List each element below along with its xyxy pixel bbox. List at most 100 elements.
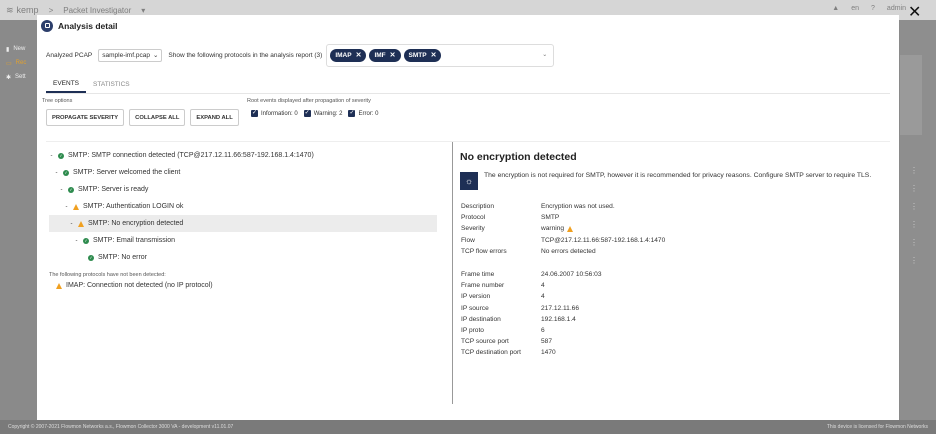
- row-menu-icon[interactable]: ⋮: [910, 184, 918, 193]
- field-value: 6: [541, 327, 545, 334]
- detail-field: Description Encryption was not used.: [461, 203, 615, 210]
- footer-license: This device is licensed for Flowmon Netw…: [826, 424, 928, 430]
- pcap-select[interactable]: sample-imf.pcap ⌄: [98, 48, 163, 62]
- filter-row: Analyzed PCAP sample-imf.pcap ⌄ Show the…: [46, 43, 555, 67]
- logo-text: kemp: [16, 5, 39, 15]
- tree-node[interactable]: - ✓ SMTP: Server welcomed the client: [49, 164, 437, 181]
- row-menu-icon[interactable]: ⋮: [910, 202, 918, 211]
- collapse-all-button[interactable]: COLLAPSE ALL: [129, 109, 186, 126]
- protocols-multiselect[interactable]: IMAP ✕ IMF ✕ SMTP ✕ ⌄: [326, 43, 555, 67]
- tab-events[interactable]: EVENTS: [46, 75, 87, 93]
- tree-node[interactable]: - ✓ SMTP: Email transmission: [49, 232, 437, 249]
- not-detected-label: The following protocols have not been de…: [49, 272, 166, 278]
- warning-icon: [73, 203, 79, 210]
- analysis-detail-modal: Analysis detail Analyzed PCAP sample-imf…: [37, 15, 899, 420]
- app-sidebar: ▮ New ▭ Rec ✱ Sett: [0, 20, 36, 420]
- tree-node[interactable]: - SMTP: No encryption detected: [49, 215, 437, 232]
- check-icon: ✓: [348, 110, 356, 117]
- field-value: Encryption was not used.: [541, 203, 615, 210]
- tree-node-label: SMTP: No error: [98, 254, 148, 261]
- tree-node-label: SMTP: Server is ready: [78, 186, 149, 193]
- breadcrumb-separator: >: [48, 5, 54, 15]
- user-menu[interactable]: admin: [887, 5, 906, 12]
- chip-smtp: SMTP ✕: [403, 48, 442, 62]
- sidebar-item-new[interactable]: ▮ New: [0, 42, 36, 56]
- tabs-divider: [46, 93, 890, 94]
- tree-node-label: SMTP: No encryption detected: [88, 220, 184, 227]
- sidebar-item-settings[interactable]: ✱ Sett: [0, 70, 36, 84]
- field-key: IP source: [461, 304, 489, 312]
- field-value: 4: [541, 282, 545, 290]
- tree-node-label: SMTP: Email transmission: [93, 237, 176, 244]
- chip-label: SMTP: [408, 51, 427, 59]
- remove-chip-icon[interactable]: ✕: [390, 51, 396, 59]
- info-text: The encryption is not required for SMTP,…: [484, 172, 872, 179]
- collapse-toggle-icon[interactable]: -: [59, 187, 64, 193]
- help-icon[interactable]: ?: [871, 5, 875, 12]
- field-value: TCP@217.12.11.66:587-192.168.1.4:1470: [541, 236, 666, 244]
- protocols-label: Show the following protocols in the anal…: [168, 51, 323, 59]
- sidebar-item-records[interactable]: ▭ Rec: [0, 56, 36, 70]
- tree-node-label: SMTP: Server welcomed the client: [73, 169, 181, 176]
- field-key: Protocol: [461, 214, 486, 222]
- ok-icon: ✓: [68, 186, 74, 193]
- tree-node[interactable]: ✓ SMTP: No error: [49, 249, 437, 266]
- severity-checkboxes: ✓ Information: 0 ✓ Warning: 2 ✓ Error: 0: [251, 110, 379, 117]
- chevron-down-icon[interactable]: ⌄: [542, 51, 547, 58]
- tree-node-label: SMTP: SMTP connection detected (TCP@217.…: [68, 152, 314, 159]
- breadcrumb[interactable]: Packet Investigator: [63, 6, 131, 15]
- expand-all-button[interactable]: EXPAND ALL: [190, 109, 239, 126]
- sidebar-item-label: New: [13, 46, 26, 52]
- app-logo[interactable]: ≋ kemp: [6, 5, 39, 16]
- bell-icon[interactable]: ▲: [832, 5, 839, 12]
- detail-field: TCP flow errors No errors detected: [461, 248, 596, 255]
- tree-node[interactable]: - ✓ SMTP: SMTP connection detected (TCP@21…: [49, 147, 437, 164]
- tree-node[interactable]: - SMTP: Authentication LOGIN ok: [49, 198, 437, 215]
- field-key: Flow: [461, 236, 475, 244]
- collapse-toggle-icon[interactable]: -: [64, 204, 69, 210]
- logo-icon: ≋: [6, 4, 14, 15]
- checkbox-label: Information: 0: [261, 110, 298, 117]
- collapse-toggle-icon[interactable]: -: [54, 170, 59, 176]
- tab-statistics[interactable]: STATISTICS: [86, 75, 137, 93]
- tree-node[interactable]: - ✓ SMTP: Server is ready: [49, 181, 437, 198]
- ok-icon: ✓: [58, 152, 64, 159]
- analyzed-pcap-label: Analyzed PCAP: [46, 51, 93, 59]
- language-select[interactable]: en: [851, 5, 859, 12]
- row-menu-icon[interactable]: ⋮: [910, 256, 918, 265]
- ok-icon: ✓: [63, 169, 69, 176]
- chevron-down-icon[interactable]: ▾: [141, 6, 145, 15]
- root-events-label: Root events displayed after propagation …: [247, 98, 371, 104]
- field-value: 587: [541, 338, 553, 346]
- field-value: SMTP: [541, 214, 560, 222]
- close-icon[interactable]: ✕: [908, 5, 921, 21]
- row-menu-icon[interactable]: ⋮: [910, 238, 918, 247]
- chevron-down-icon: ⌄: [152, 52, 159, 59]
- field-key: TCP destination port: [461, 349, 521, 357]
- tabs: EVENTS STATISTICS: [46, 75, 137, 93]
- footer-copyright: Copyright © 2007-2021 Flowmon Networks a…: [8, 424, 234, 430]
- not-detected-text: IMAP: Connection not detected (no IP pro…: [66, 282, 213, 289]
- not-detected-item[interactable]: IMAP: Connection not detected (no IP pro…: [56, 282, 213, 289]
- checkbox-label: Warning: 2: [313, 110, 343, 117]
- propagate-severity-button[interactable]: PROPAGATE SEVERITY: [46, 109, 125, 126]
- warning-checkbox[interactable]: ✓ Warning: 2: [303, 110, 343, 117]
- detail-field: IP version 4: [461, 293, 545, 300]
- collapse-toggle-icon[interactable]: -: [69, 221, 74, 227]
- collapse-toggle-icon[interactable]: -: [49, 153, 54, 159]
- error-checkbox[interactable]: ✓ Error: 0: [348, 110, 379, 117]
- remove-chip-icon[interactable]: ✕: [431, 51, 437, 59]
- check-icon: ✓: [251, 110, 258, 117]
- field-value: 192.168.1.4: [541, 315, 576, 323]
- detail-field: TCP destination port 1470: [461, 349, 556, 356]
- info-box: ☼ The encryption is not required for SMT…: [460, 172, 890, 190]
- row-menu-icon[interactable]: ⋮: [910, 220, 918, 229]
- field-key: Description: [461, 203, 494, 210]
- detail-field: Severity warning: [461, 225, 574, 233]
- background-panel: [900, 55, 922, 135]
- detail-field: Frame time 24.06.2007 10:56:03: [461, 271, 602, 278]
- remove-chip-icon[interactable]: ✕: [356, 51, 362, 59]
- row-menu-icon[interactable]: ⋮: [910, 166, 918, 175]
- information-checkbox[interactable]: ✓ Information: 0: [251, 110, 298, 117]
- collapse-toggle-icon[interactable]: -: [74, 238, 79, 244]
